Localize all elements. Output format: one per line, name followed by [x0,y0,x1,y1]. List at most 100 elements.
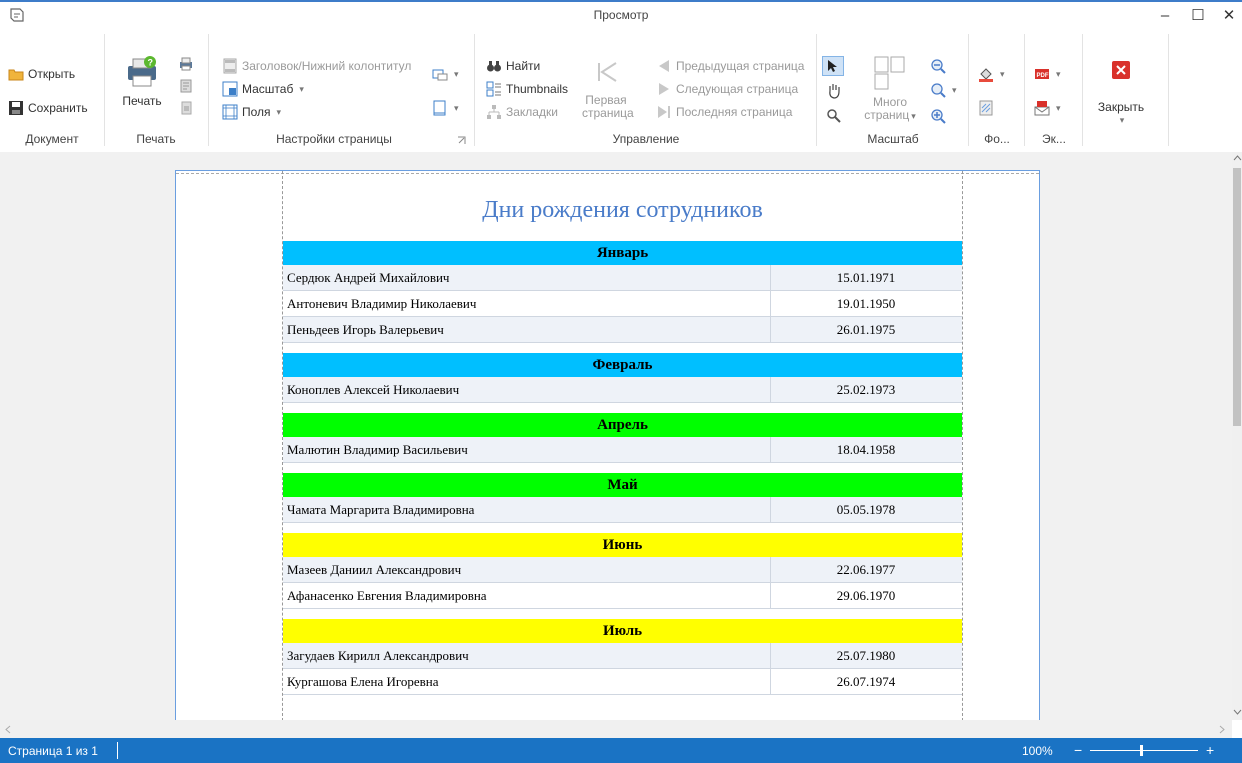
ribbon-separator [1024,34,1025,146]
floppy-icon [9,101,23,115]
vertical-scrollbar-thumb[interactable] [1233,168,1241,426]
table-row: Кургашова Елена Игоревна 26.07.1974 [283,669,962,695]
bookmarks-label: Закладки [506,105,558,119]
maximize-button[interactable]: ☐ [1187,6,1209,26]
zoom-dropdown-button[interactable]: ▾ [930,82,957,98]
employee-name: Кургашова Елена Игоревна [287,674,439,689]
copy-icon[interactable] [178,100,194,116]
prev-page-button[interactable]: Предыдущая страница [656,58,804,74]
many-pages-icon [874,56,905,90]
ribbon-separator [104,34,105,146]
bookmarks-button[interactable]: Закладки [486,104,558,120]
last-page-button[interactable]: Последняя страница [656,104,792,120]
header-footer-button[interactable]: Заголовок/Нижний колонтитул [222,58,411,74]
pointer-tool-button[interactable] [822,56,844,76]
close-preview-button[interactable]: Закрыть ▾ [1090,58,1152,128]
margins-icon [222,104,238,120]
table-row: Сердюк Андрей Михайлович 15.01.1971 [283,265,962,291]
ribbon-separator [968,34,969,146]
zoom-icon [931,83,946,98]
many-pages-button[interactable]: Много страниц ▾ [860,56,920,130]
find-button[interactable]: Найти [486,58,540,74]
header-footer-label: Заголовок/Нижний колонтитул [242,59,412,73]
birth-date: 26.07.1974 [836,674,896,689]
thumbnails-button[interactable]: Thumbnails [486,81,568,97]
hand-tool-icon[interactable] [826,82,842,100]
save-button[interactable]: Сохранить [8,100,88,116]
orientation-button[interactable]: ▾ [432,66,459,82]
month-header: Июнь [283,533,962,557]
print-button[interactable]: ? Печать [118,56,166,116]
employee-name: Мазеев Даниил Александрович [287,562,462,577]
zoom-level: 100% [1022,744,1053,758]
scale-icon [222,81,238,97]
header-footer-icon [223,58,237,74]
report-title: Дни рождения сотрудников [482,197,763,223]
table-row: Коноплев Алексей Николаевич 25.02.1973 [283,377,962,403]
pdf-icon: PDF [1035,69,1049,79]
scale-button[interactable]: Масштаб ▾ [222,81,304,97]
birth-date: 05.05.1978 [836,502,896,517]
scroll-down-icon[interactable] [1233,708,1242,716]
status-separator [117,742,118,759]
birth-date: 15.01.1971 [836,270,896,285]
table-row: Чамата Маргарита Владимировна 05.05.1978 [283,497,962,523]
zoom-in-icon[interactable] [930,108,946,124]
status-bar: Страница 1 из 1 100% − + [0,738,1242,763]
ribbon: Открыть Сохранить Документ ? Печать Печа… [0,28,1242,153]
horizontal-scrollbar[interactable] [0,720,1232,738]
svg-text:PDF: PDF [1037,73,1049,79]
paper-size-button[interactable]: ▾ [432,100,459,116]
quick-print-icon[interactable] [178,56,194,72]
birth-date: 25.07.1980 [836,648,896,663]
binoculars-icon [487,61,501,72]
first-page-label: Первая страница [582,94,634,120]
employee-name: Пеньдеев Игорь Валерьевич [287,322,444,337]
month-header: Февраль [283,353,962,377]
employee-name: Малютин Владимир Васильевич [287,442,468,457]
window-title: Просмотр [593,8,649,22]
scroll-left-icon[interactable] [4,725,12,734]
dialog-launcher-icon[interactable] [457,136,466,145]
magnifier-tool-icon[interactable] [826,108,842,124]
group-label-export: Эк... [1042,132,1066,146]
next-page-button[interactable]: Следующая страница [656,81,798,97]
minimize-button[interactable]: – [1154,6,1176,26]
export-button[interactable]: PDF ▾ [1034,66,1061,82]
zoom-slider-thumb[interactable] [1140,745,1143,756]
folder-icon [8,69,24,81]
scroll-right-icon[interactable] [1218,725,1226,734]
printer-icon: ? [128,56,156,87]
table-row: Пеньдеев Игорь Валерьевич 26.01.1975 [283,317,962,343]
first-page-icon [598,62,617,82]
first-page-button[interactable]: Первая страница [582,60,634,130]
open-label: Открыть [28,67,76,81]
scale-label: Масштаб [242,82,294,96]
scroll-up-icon[interactable] [1233,154,1242,162]
employee-name: Антоневич Владимир Николаевич [287,296,477,311]
open-button[interactable]: Открыть [8,66,75,82]
page-indicator: Страница 1 из 1 [8,744,98,758]
status-zoom-out-button[interactable]: − [1074,742,1082,758]
employee-name: Чамата Маргарита Владимировна [287,502,475,517]
page-setup-icon[interactable] [178,78,194,94]
group-label-page-setup: Настройки страницы [276,132,392,146]
table-row: Антоневич Владимир Николаевич 19.01.1950 [283,291,962,317]
send-email-button[interactable]: ▾ [1034,100,1061,116]
birth-date: 25.02.1973 [836,382,896,397]
ribbon-separator [208,34,209,146]
zoom-slider-track[interactable] [1090,750,1198,751]
first-page-label-line2: страница [582,106,634,120]
bookmarks-icon [487,105,501,119]
status-zoom-in-button[interactable]: + [1206,742,1214,758]
report-page: Дни рождения сотрудников Январь Сердюк Ан… [175,170,1040,720]
watermark-icon[interactable] [978,100,994,116]
ribbon-separator [816,34,817,146]
margins-button[interactable]: Поля ▾ [222,104,281,120]
table-row: Мазеев Даниил Александрович 22.06.1977 [283,557,962,583]
employee-name: Коноплев Алексей Николаевич [287,382,460,397]
print-label: Печать [122,94,162,108]
zoom-out-icon[interactable] [930,58,946,74]
close-window-button[interactable]: ✕ [1218,6,1240,26]
page-color-button[interactable]: ▾ [978,66,1005,82]
